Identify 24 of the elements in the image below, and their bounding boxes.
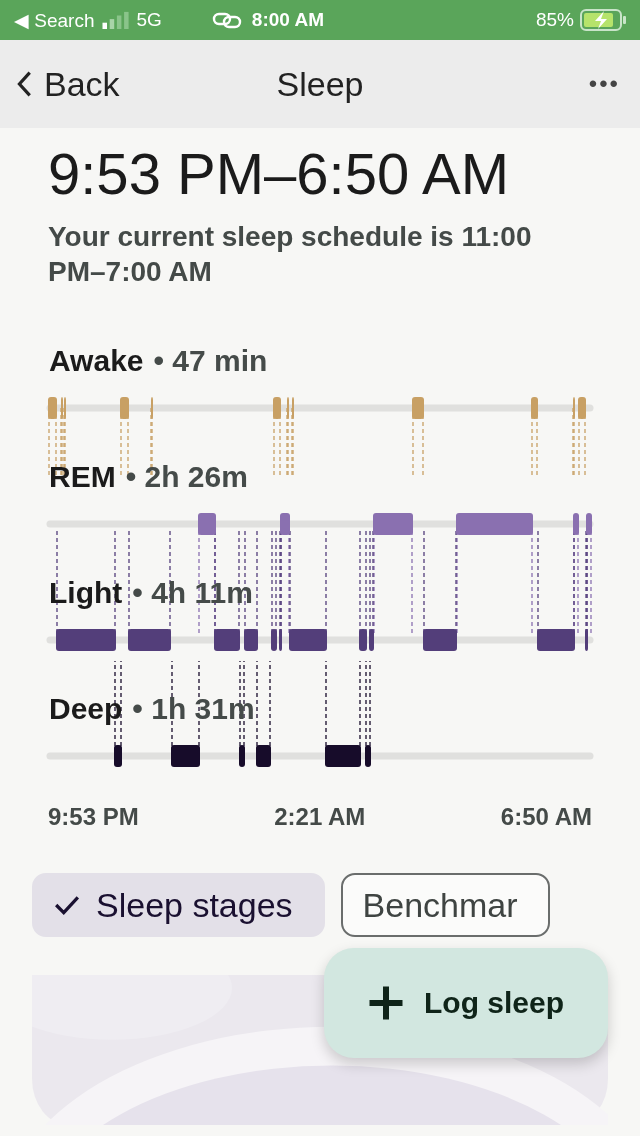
filter-chip[interactable]: Benchmar — [340, 873, 550, 937]
stage-label: Deep • 1h 31m — [49, 692, 255, 725]
network-label: 5G — [136, 9, 162, 31]
link-icon — [211, 11, 242, 29]
time-axis-label: 9:53 PM — [48, 803, 139, 831]
screen-title: Sleep — [276, 64, 364, 104]
back-button[interactable]: Back — [16, 64, 120, 104]
plus-icon — [368, 985, 404, 1021]
checkmark-icon — [54, 894, 80, 916]
stage-label: Light • 4h 11m — [49, 576, 253, 609]
log-sleep-button[interactable]: Log sleep — [324, 948, 608, 1058]
stage-label: Awake • 47 min — [49, 344, 268, 377]
time-axis-label: 2:21 AM — [274, 803, 366, 831]
chevron-left-icon — [16, 70, 32, 98]
time-axis-label: 6:50 AM — [500, 803, 592, 831]
more-menu-button[interactable]: ••• — [588, 70, 620, 98]
clock-time: 8:00 AM — [251, 9, 324, 31]
sleep-time-range: 9:53 PM–6:50 AM — [47, 140, 511, 207]
battery-charging-icon — [580, 8, 626, 32]
battery-percent: 85% — [535, 9, 574, 31]
stage-label: REM • 2h 26m — [49, 460, 248, 493]
signal-icon — [102, 11, 131, 29]
filter-chip[interactable]: Sleep stages — [32, 873, 325, 937]
schedule-note: Your current sleep schedule is 11:00 PM–7:00 AM — [47, 220, 533, 289]
